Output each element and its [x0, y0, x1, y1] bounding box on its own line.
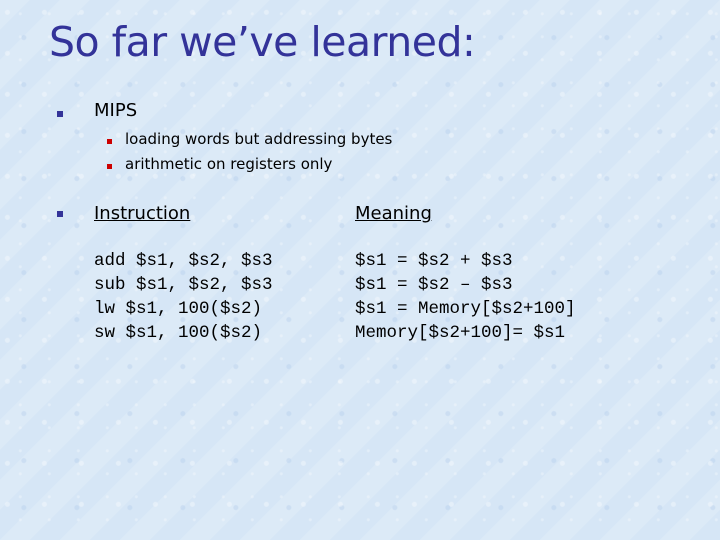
- bullet-square-icon: [57, 111, 63, 117]
- meaning-cell: $s1 = $s2 + $s3: [355, 251, 513, 271]
- sub-bullet-square-icon: [107, 139, 112, 144]
- bullet-mips: MIPS: [94, 100, 138, 121]
- instruction-cell: sw $s1, 100($s2): [94, 323, 263, 343]
- sub-bullet-square-icon: [107, 164, 112, 169]
- column-header-meaning: Meaning: [355, 203, 432, 224]
- instruction-cell: add $s1, $s2, $s3: [94, 251, 273, 271]
- meaning-cell: $s1 = $s2 – $s3: [355, 275, 513, 295]
- instruction-cell: sub $s1, $s2, $s3: [94, 275, 273, 295]
- sub-bullet-loading-words: loading words but addressing bytes: [125, 130, 393, 148]
- instruction-cell: lw $s1, 100($s2): [94, 299, 263, 319]
- column-header-instruction: Instruction: [94, 203, 191, 224]
- slide-title: So far we’ve learned:: [49, 18, 476, 66]
- bullet-square-icon: [57, 211, 63, 217]
- sub-bullet-arithmetic: arithmetic on registers only: [125, 155, 333, 173]
- meaning-cell: Memory[$s2+100]= $s1: [355, 323, 566, 343]
- meaning-cell: $s1 = Memory[$s2+100]: [355, 299, 576, 319]
